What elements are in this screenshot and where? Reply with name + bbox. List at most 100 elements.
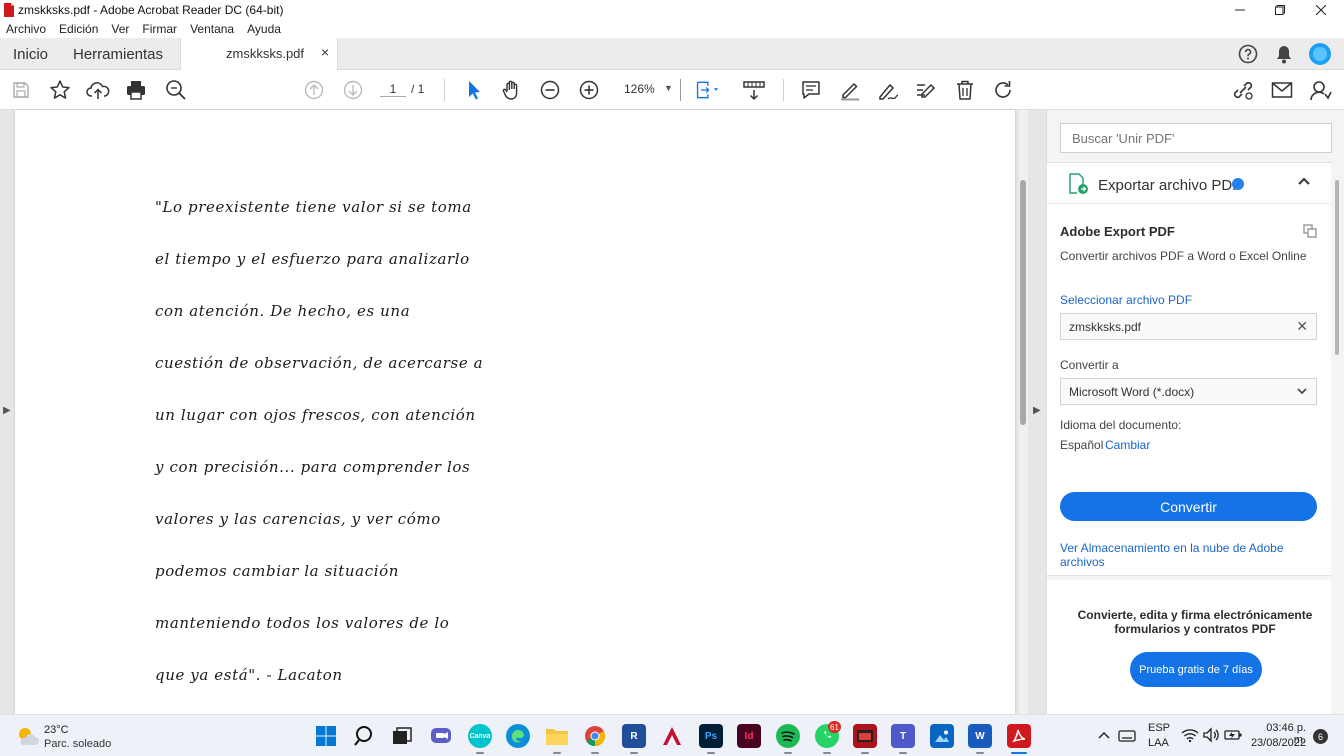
tab-document[interactable]: zmskksks.pdf × bbox=[180, 38, 338, 70]
edge-icon[interactable] bbox=[506, 724, 530, 748]
share-link-icon[interactable] bbox=[1231, 78, 1255, 102]
close-window-button[interactable] bbox=[1301, 0, 1341, 20]
scroll-mode-icon[interactable] bbox=[742, 78, 766, 102]
pane-scrollbar[interactable] bbox=[1333, 180, 1341, 360]
word-icon[interactable]: W bbox=[968, 724, 992, 748]
edit-pdf-icon[interactable] bbox=[914, 78, 938, 102]
zoom-in-icon[interactable] bbox=[577, 78, 601, 102]
indesign-icon[interactable]: Id bbox=[737, 724, 761, 748]
zoom-dropdown-icon[interactable]: ▼ bbox=[664, 83, 673, 93]
acrobat-icon[interactable] bbox=[1007, 724, 1031, 748]
wifi-icon[interactable] bbox=[1181, 727, 1199, 743]
export-pdf-icon bbox=[1067, 173, 1089, 195]
battery-icon[interactable] bbox=[1223, 727, 1243, 743]
pane-scrollbar-thumb[interactable] bbox=[1335, 180, 1339, 355]
prev-page-icon[interactable] bbox=[302, 78, 326, 102]
expand-left-panel-icon[interactable]: ▶ bbox=[3, 405, 11, 416]
clock-date[interactable]: 23/08/2022 bbox=[1246, 737, 1306, 749]
selected-file-field[interactable]: zmskksks.pdf ✕ bbox=[1060, 313, 1317, 340]
bell-icon[interactable] bbox=[1272, 42, 1296, 66]
weather-icon[interactable] bbox=[16, 725, 40, 747]
input-layout[interactable]: LAA bbox=[1148, 737, 1169, 749]
document-text-line: que ya está". - Lacaton bbox=[155, 666, 343, 684]
minimize-button[interactable] bbox=[1220, 0, 1260, 20]
chevron-up-icon[interactable] bbox=[1097, 729, 1111, 741]
weather-description[interactable]: Parc. soleado bbox=[44, 738, 111, 750]
document-scrollbar-thumb[interactable] bbox=[1020, 180, 1026, 425]
export-pdf-panel: Exportar archivo PDF Adobe Export PDF Co… bbox=[1047, 162, 1331, 576]
menu-ver[interactable]: Ver bbox=[111, 22, 129, 36]
promo-panel: Convierte, edita y firma electrónicament… bbox=[1047, 580, 1331, 714]
next-page-icon[interactable] bbox=[341, 78, 365, 102]
sign-pen-icon[interactable] bbox=[876, 78, 900, 102]
cloud-upload-icon[interactable] bbox=[86, 78, 110, 102]
chevron-up-icon[interactable] bbox=[1297, 175, 1311, 189]
page-number-input[interactable]: 1 bbox=[380, 82, 406, 97]
export-pdf-title: Exportar archivo PDF bbox=[1098, 177, 1242, 194]
document-viewport[interactable]: ▶ "Lo preexistente tiene valor si se tom… bbox=[0, 110, 1046, 714]
revit-icon[interactable]: R bbox=[622, 724, 646, 748]
email-icon[interactable] bbox=[1270, 78, 1294, 102]
keyboard-icon[interactable] bbox=[1118, 727, 1136, 743]
hand-tool-icon[interactable] bbox=[500, 78, 524, 102]
windows-start-icon[interactable] bbox=[314, 724, 338, 748]
notification-count-badge[interactable]: 6 bbox=[1313, 729, 1328, 744]
menu-ayuda[interactable]: Ayuda bbox=[247, 22, 281, 36]
zoom-out-icon[interactable] bbox=[538, 78, 562, 102]
cloud-storage-link[interactable]: Ver Almacenamiento en la nube de Adobe a… bbox=[1060, 541, 1331, 569]
chevron-down-icon bbox=[1296, 385, 1308, 397]
autocad-icon[interactable] bbox=[660, 724, 684, 748]
account-avatar[interactable] bbox=[1308, 42, 1332, 66]
running-indicator bbox=[476, 752, 484, 754]
task-view-icon[interactable] bbox=[390, 724, 414, 748]
fit-page-icon[interactable] bbox=[695, 78, 719, 102]
star-icon[interactable] bbox=[48, 78, 72, 102]
photoshop-icon[interactable]: Ps bbox=[699, 724, 723, 748]
document-text-line: un lugar con ojos frescos, con atención bbox=[155, 406, 476, 424]
trash-icon[interactable] bbox=[953, 78, 977, 102]
file-explorer-icon[interactable] bbox=[545, 724, 569, 748]
volume-icon[interactable] bbox=[1202, 727, 1220, 743]
format-select[interactable]: Microsoft Word (*.docx) bbox=[1060, 378, 1317, 405]
adobe-export-description: Convertir archivos PDF a Word o Excel On… bbox=[1060, 249, 1307, 263]
teams-chat-icon[interactable] bbox=[429, 724, 453, 748]
teams-icon[interactable]: T bbox=[891, 724, 915, 748]
maximize-button[interactable] bbox=[1260, 0, 1300, 20]
tab-herramientas[interactable]: Herramientas bbox=[73, 38, 163, 70]
free-trial-button[interactable]: Prueba gratis de 7 días bbox=[1130, 652, 1262, 687]
close-tab-icon[interactable]: × bbox=[321, 44, 329, 60]
save-icon[interactable] bbox=[9, 78, 33, 102]
rotate-icon[interactable] bbox=[991, 78, 1015, 102]
tools-search-input[interactable] bbox=[1060, 123, 1332, 153]
input-language[interactable]: ESP bbox=[1148, 722, 1170, 734]
search-icon[interactable] bbox=[353, 724, 377, 748]
canva-icon[interactable]: Canva bbox=[468, 724, 492, 748]
highlight-pen-icon[interactable] bbox=[838, 78, 862, 102]
spotify-icon[interactable] bbox=[776, 724, 800, 748]
calendar-app-icon[interactable] bbox=[853, 724, 877, 748]
collapse-right-pane-icon[interactable]: ▶ bbox=[1033, 405, 1041, 416]
document-language-value: Español bbox=[1060, 438, 1104, 452]
export-pdf-header[interactable]: Exportar archivo PDF bbox=[1047, 163, 1331, 204]
copy-icon[interactable] bbox=[1303, 224, 1317, 238]
select-cursor-icon[interactable] bbox=[462, 78, 486, 102]
user-share-icon[interactable] bbox=[1309, 78, 1333, 102]
menu-edicion[interactable]: Edición bbox=[59, 22, 98, 36]
change-language-link[interactable]: Cambiar bbox=[1105, 438, 1150, 452]
convert-button[interactable]: Convertir bbox=[1060, 492, 1317, 521]
chrome-icon[interactable] bbox=[583, 724, 607, 748]
document-scrollbar[interactable] bbox=[1019, 110, 1028, 714]
clear-file-icon[interactable]: ✕ bbox=[1296, 318, 1308, 335]
help-icon[interactable] bbox=[1236, 42, 1260, 66]
print-icon[interactable] bbox=[124, 78, 148, 102]
zoom-level[interactable]: 126% bbox=[624, 82, 655, 96]
select-pdf-link[interactable]: Seleccionar archivo PDF bbox=[1060, 293, 1192, 307]
menu-ventana[interactable]: Ventana bbox=[190, 22, 234, 36]
zoom-search-icon[interactable] bbox=[164, 78, 188, 102]
weather-temperature[interactable]: 23°C bbox=[44, 724, 69, 736]
menu-archivo[interactable]: Archivo bbox=[6, 22, 46, 36]
photos-icon[interactable] bbox=[930, 724, 954, 748]
comment-icon[interactable] bbox=[799, 78, 823, 102]
tab-inicio[interactable]: Inicio bbox=[13, 38, 48, 70]
menu-firmar[interactable]: Firmar bbox=[142, 22, 177, 36]
